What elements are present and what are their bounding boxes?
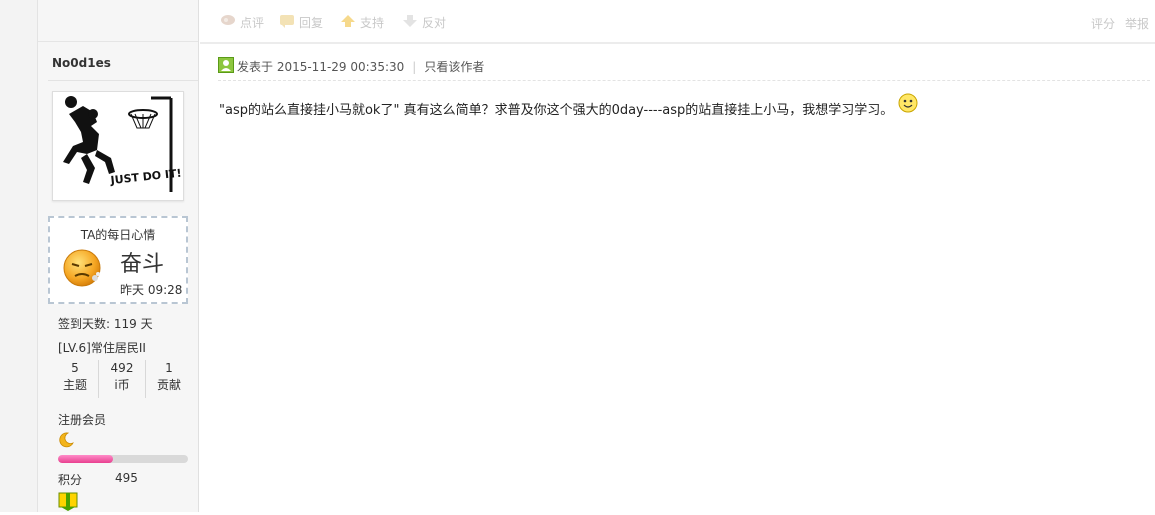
- crescent-moon-icon: [58, 432, 74, 451]
- avatar[interactable]: JUST DO IT!: [52, 91, 184, 201]
- stat-threads-label: 主题: [62, 378, 87, 392]
- comment-label: 点评: [240, 16, 265, 30]
- post-text: "asp的站么直接挂小马就ok了" 真有这么简单？求普及你这个强大的0day--…: [219, 102, 894, 118]
- post-toolbar: 点评 回复 支持 反对 评分 举报: [200, 0, 1155, 44]
- basketball-player-avatar: JUST DO IT!: [53, 92, 183, 200]
- stat-coins-count: 492: [110, 361, 134, 375]
- member-group[interactable]: 注册会员: [58, 411, 106, 428]
- sidebar-top-gap: [38, 0, 198, 42]
- points-label: 积分: [58, 473, 83, 487]
- points-progress-fill: [58, 455, 113, 463]
- rate-link[interactable]: 评分: [1091, 15, 1115, 32]
- reply-label: 回复: [299, 16, 324, 30]
- meta-separator: |: [412, 59, 417, 74]
- stat-contribution-label: 贡献: [156, 378, 181, 392]
- post-meta: 发表于 2015-11-29 00:35:30 | 只看该作者: [218, 57, 484, 76]
- support-button[interactable]: 支持: [340, 14, 384, 31]
- daily-mood-box: TA的每日心情 奋斗 昨天 09:28: [48, 216, 188, 304]
- stat-threads-count: 5: [71, 361, 79, 375]
- user-level[interactable]: [LV.6]常住居民II: [58, 339, 146, 356]
- mood-word: 奋斗: [120, 252, 165, 277]
- reply-button[interactable]: 回复: [279, 14, 323, 31]
- angry-face-icon: [62, 248, 102, 291]
- reply-icon: [279, 14, 295, 31]
- meta-divider: [218, 80, 1150, 81]
- stat-contribution-count: 1: [165, 361, 173, 375]
- author-stats: 5 主题 492 i币 1 贡献: [52, 360, 192, 398]
- author-name[interactable]: No0d1es: [52, 56, 111, 70]
- signin-days: 签到天数: 119 天: [58, 317, 153, 331]
- points-value: 495: [115, 471, 138, 485]
- stat-contribution[interactable]: 1 贡献: [146, 360, 192, 398]
- stat-threads[interactable]: 5 主题: [52, 360, 99, 398]
- oppose-button[interactable]: 反对: [402, 14, 446, 31]
- stat-coins[interactable]: 492 i币: [99, 360, 146, 398]
- author-sidebar: No0d1es JUST DO IT! TA的每日心情 奋斗 昨天 09:28 …: [38, 0, 199, 512]
- divider: [48, 80, 198, 81]
- support-label: 支持: [360, 16, 385, 30]
- comment-icon: [220, 14, 236, 31]
- left-margin: [0, 0, 38, 512]
- only-author-link[interactable]: 只看该作者: [424, 58, 484, 75]
- oppose-label: 反对: [422, 16, 447, 30]
- mood-title: TA的每日心情: [80, 228, 156, 242]
- user-online-icon: [218, 57, 234, 76]
- post-content: "asp的站么直接挂小马就ok了" 真有这么简单？求普及你这个强大的0day--…: [219, 93, 918, 120]
- smiley-icon: [898, 93, 918, 117]
- post-date: 发表于 2015-11-29 00:35:30: [237, 60, 405, 74]
- report-link[interactable]: 举报: [1125, 15, 1149, 32]
- mood-time: 昨天 09:28: [120, 283, 183, 297]
- comment-button[interactable]: 点评: [220, 14, 264, 31]
- points-progress-bar: [58, 455, 188, 463]
- thumbs-up-arrow-icon: [340, 14, 356, 31]
- stat-coins-label: i币: [114, 378, 130, 392]
- thumbs-down-arrow-icon: [402, 14, 418, 31]
